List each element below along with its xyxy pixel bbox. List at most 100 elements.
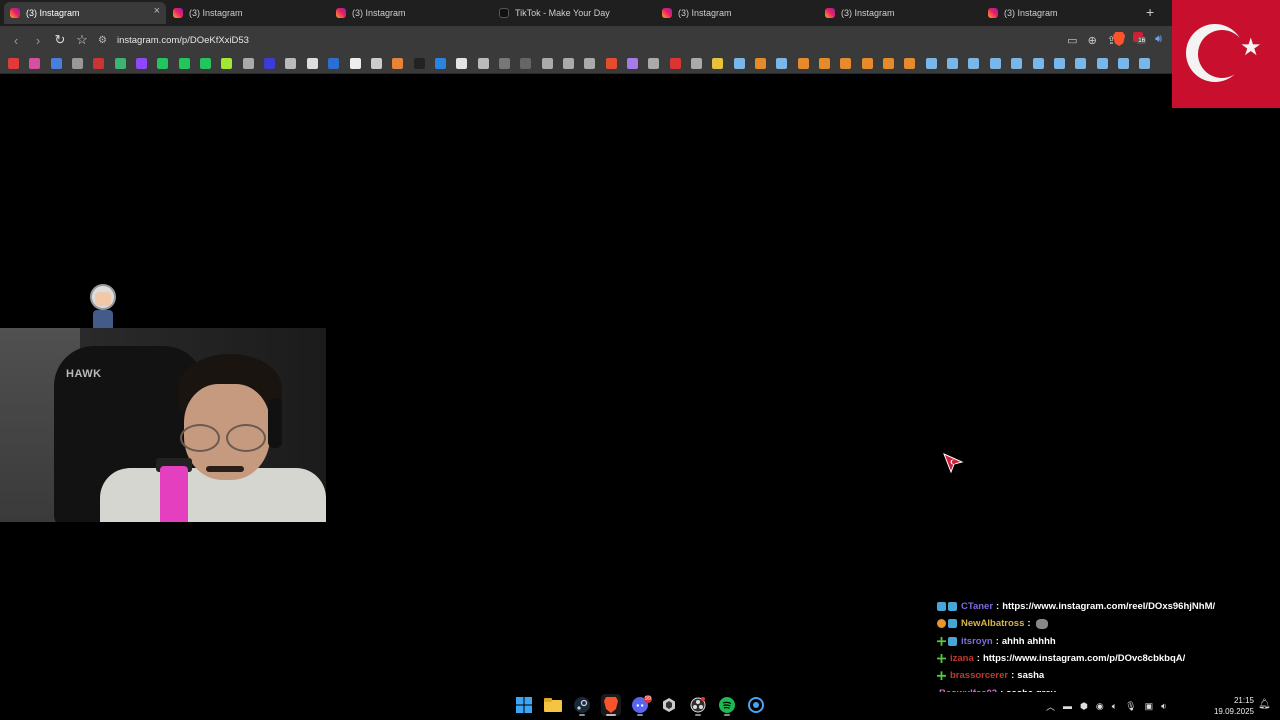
bookmark-icon-11[interactable]: [221, 58, 233, 69]
tab-title: (3) Instagram: [1004, 8, 1058, 18]
tab-1[interactable]: (3) Instagram ×: [4, 2, 166, 24]
bookmark-icon-28[interactable]: [584, 58, 596, 69]
bookmark-icon-19[interactable]: [392, 58, 404, 69]
bookmark-icon-50[interactable]: [1053, 58, 1065, 69]
battery-icon[interactable]: ▬: [1063, 701, 1072, 711]
speaker-tray-icon[interactable]: 🔉︎: [1161, 701, 1167, 712]
bookmark-icon-29[interactable]: [605, 58, 617, 69]
battlenet-icon[interactable]: [746, 694, 766, 716]
bookmark-icon-3[interactable]: [50, 58, 62, 69]
bookmark-icon-52[interactable]: [1096, 58, 1108, 69]
chat-badge-icon: [937, 654, 946, 664]
bookmark-icon-17[interactable]: [349, 58, 361, 69]
display-tray-icon[interactable]: ▣: [1145, 701, 1154, 712]
tab-4[interactable]: TikTok - Make Your Day: [493, 2, 655, 24]
bookmark-icon-18[interactable]: [370, 58, 382, 69]
bookmark-icon-46[interactable]: [968, 58, 980, 69]
bookmark-icon-23[interactable]: [477, 58, 489, 69]
tab-2[interactable]: (3) Instagram: [167, 2, 329, 24]
windows-start-icon[interactable]: [514, 694, 534, 716]
bookmark-icon-15[interactable]: [306, 58, 318, 69]
bookmark-icon-27[interactable]: [562, 58, 574, 69]
back-button[interactable]: ‹: [6, 30, 26, 50]
bookmark-icon-25[interactable]: [520, 58, 532, 69]
bookmark-icon-2[interactable]: [29, 58, 41, 69]
site-settings-icon[interactable]: ⚙: [98, 35, 107, 46]
bookmark-icon-9[interactable]: [178, 58, 190, 69]
bookmark-icon-40[interactable]: [840, 58, 852, 69]
tab-6[interactable]: (3) Instagram: [819, 2, 981, 24]
bookmark-icon-51[interactable]: [1075, 58, 1087, 69]
close-tab-icon[interactable]: ×: [154, 5, 160, 17]
bookmark-icon-45[interactable]: [947, 58, 959, 69]
bookmark-icon-4[interactable]: [72, 58, 84, 69]
notification-icon[interactable]: 🔔︎: [1258, 699, 1271, 710]
bookmark-icon-8[interactable]: [157, 58, 169, 69]
bookmark-page-button[interactable]: ☆: [72, 30, 92, 50]
forward-button[interactable]: ›: [28, 30, 48, 50]
tab-7[interactable]: (3) Instagram: [982, 2, 1144, 24]
bookmark-icon-43[interactable]: [904, 58, 916, 69]
obs-icon[interactable]: [688, 694, 708, 716]
bookmark-icon-30[interactable]: [626, 58, 638, 69]
unity-icon[interactable]: [659, 694, 679, 716]
spotify-icon[interactable]: [717, 694, 737, 716]
bookmark-icon-39[interactable]: [819, 58, 831, 69]
bookmark-icon-24[interactable]: [498, 58, 510, 69]
bookmark-icon-7[interactable]: [136, 58, 148, 69]
file-explorer-icon[interactable]: [543, 694, 563, 716]
bookmark-icon-26[interactable]: [541, 58, 553, 69]
bookmark-icon-53[interactable]: [1117, 58, 1129, 69]
discord-icon[interactable]: 99: [630, 694, 652, 716]
address-bar[interactable]: ⚙ instagram.com/p/DOeKfXxiD53 ▭ ⊕ ⇪: [92, 30, 1122, 50]
zoom-icon[interactable]: ⊕: [1088, 34, 1097, 47]
bookmark-icon-1[interactable]: [8, 58, 19, 69]
reload-button[interactable]: ↻: [50, 30, 70, 50]
bookmark-icon-49[interactable]: [1032, 58, 1044, 69]
bookmark-icon-44[interactable]: [925, 58, 937, 69]
bookmark-icon-47[interactable]: [989, 58, 1001, 69]
chat-text: https://www.instagram.com/p/DOvc8cbkbqA/: [982, 653, 1186, 665]
show-hidden-icons-chevron-icon[interactable]: ︿: [1046, 700, 1055, 713]
bookmark-icon-16[interactable]: [328, 58, 340, 69]
bookmark-icon-38[interactable]: [797, 58, 809, 69]
cast-icon[interactable]: ▭: [1067, 34, 1077, 47]
bookmark-icon-54[interactable]: [1139, 58, 1151, 69]
brave-shields-icon[interactable]: [1113, 32, 1126, 46]
steam-icon[interactable]: [572, 694, 592, 716]
microphone-tray-icon[interactable]: 🎙︎: [1125, 701, 1136, 712]
bookmark-icon-20[interactable]: [413, 58, 425, 69]
bookmark-icon-12[interactable]: [242, 58, 254, 69]
taskbar-clock[interactable]: 21:15 19.09.2025: [1212, 695, 1254, 717]
microphone: [160, 466, 188, 522]
brave-icon[interactable]: [601, 694, 621, 716]
bookmark-icon-14[interactable]: [285, 58, 297, 69]
tab-5[interactable]: (3) Instagram: [656, 2, 818, 24]
bookmark-icon-41[interactable]: [861, 58, 873, 69]
steam-tray-icon[interactable]: ◉: [1096, 701, 1104, 712]
bookmark-icon-5[interactable]: [93, 58, 105, 69]
audio-playing-icon[interactable]: 🔊︎: [1155, 33, 1162, 46]
bookmark-icon-32[interactable]: [669, 58, 681, 69]
bookmark-icon-34[interactable]: [712, 58, 724, 69]
url-text[interactable]: instagram.com/p/DOeKfXxiD53: [117, 35, 249, 46]
bookmark-icon-6[interactable]: [114, 58, 126, 69]
tab-3[interactable]: (3) Instagram: [330, 2, 492, 24]
webcam-overlay: HAWK: [0, 328, 326, 522]
bookmark-icon-10[interactable]: [200, 58, 212, 69]
bookmark-icon-13[interactable]: [264, 58, 276, 69]
new-tab-button[interactable]: +: [1146, 4, 1154, 20]
shield-tray-icon[interactable]: ⬢: [1080, 701, 1088, 712]
bookmark-icon-37[interactable]: [776, 58, 788, 69]
instagram-icon: [173, 8, 183, 18]
bookmark-icon-48[interactable]: [1011, 58, 1023, 69]
bookmark-icon-42[interactable]: [883, 58, 895, 69]
bookmark-icon-33[interactable]: [691, 58, 702, 69]
bookmark-icon-21[interactable]: [434, 58, 446, 69]
bookmark-icon-36[interactable]: [755, 58, 767, 69]
bookmark-icon-35[interactable]: [733, 58, 745, 69]
extension-icon[interactable]: 16: [1133, 32, 1147, 46]
volume-tray-icon[interactable]: 🔈︎: [1112, 701, 1117, 712]
bookmark-icon-31[interactable]: [648, 58, 660, 69]
bookmark-icon-22[interactable]: [456, 58, 468, 69]
